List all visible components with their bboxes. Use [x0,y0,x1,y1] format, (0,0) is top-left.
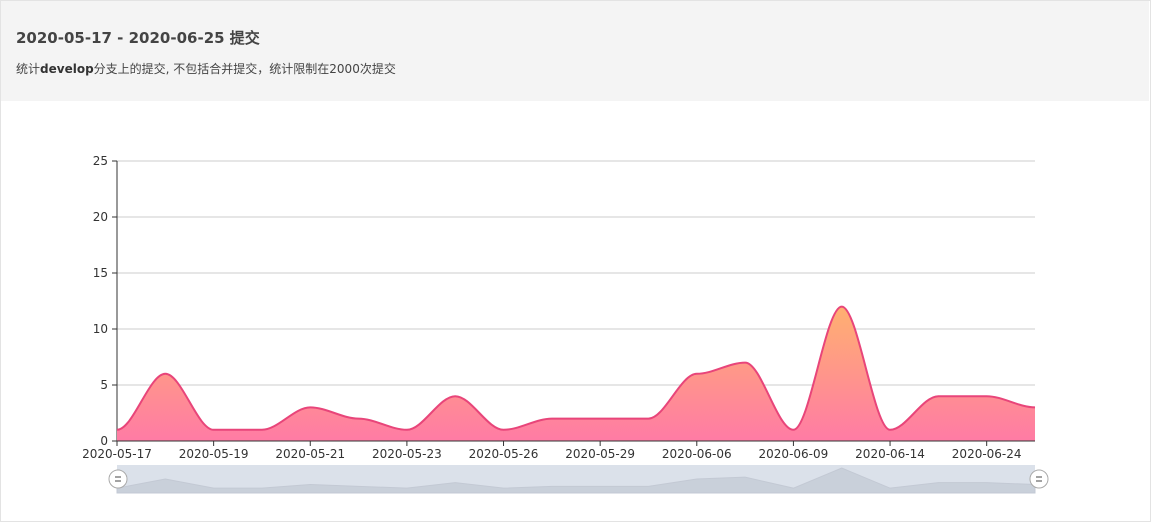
data-zoom-slider[interactable] [108,465,1049,494]
y-tick-label: 25 [93,154,108,168]
commit-area-chart: 0 5 10 15 20 25 2020-05-17 2020-05-19 2020-05-2… [82,154,1049,494]
x-tick-label: 2020-06-09 [759,447,829,461]
series-area [117,306,1035,441]
y-tick-label: 0 [100,434,108,448]
grid-lines [117,160,1035,386]
x-tick-label: 2020-05-26 [469,447,539,461]
x-tick-label: 2020-05-19 [179,447,249,461]
y-axis: 0 5 10 15 20 25 [93,154,118,448]
y-tick-label: 10 [93,322,108,336]
x-tick-label: 2020-06-14 [855,447,925,461]
x-tick-label: 2020-06-06 [662,447,732,461]
y-tick-label: 5 [100,378,108,392]
y-tick-label: 15 [93,266,108,280]
x-tick-label: 2020-05-21 [275,447,345,461]
series-line [116,305,1036,431]
x-tick-label: 2020-06-24 [952,447,1022,461]
x-tick-label: 2020-05-29 [565,447,635,461]
x-axis: 2020-05-17 2020-05-19 2020-05-21 2020-05-23… [82,440,1035,461]
x-tick-label: 2020-05-17 [82,447,152,461]
plot-area [116,305,1036,441]
y-tick-label: 20 [93,210,108,224]
zoom-handle-right[interactable] [1029,469,1049,489]
zoom-handle-left[interactable] [108,469,128,489]
x-tick-label: 2020-05-23 [372,447,442,461]
